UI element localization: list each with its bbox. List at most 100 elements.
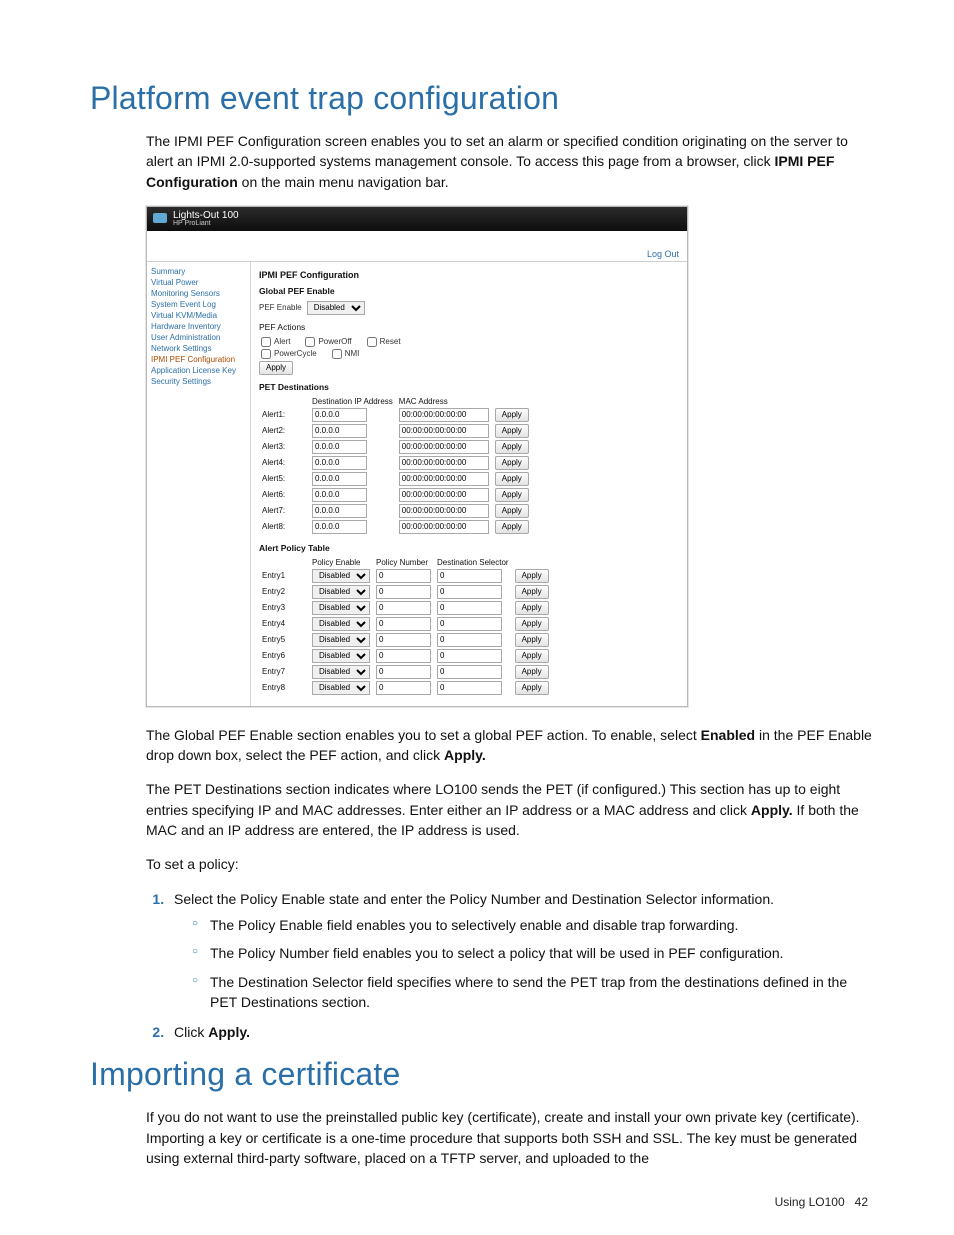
pet-ip-input[interactable]: [312, 472, 367, 486]
pef-action-alert[interactable]: Alert: [261, 337, 290, 347]
hp-logo-icon: [153, 213, 167, 223]
policy-apply-button[interactable]: Apply: [515, 569, 549, 583]
pef-action-powercycle[interactable]: PowerCycle: [261, 349, 317, 359]
policy-number-input[interactable]: [376, 617, 431, 631]
step1-sub-item: The Policy Number field enables you to s…: [192, 943, 874, 963]
policy-apply-button[interactable]: Apply: [515, 585, 549, 599]
policy-selector-input[interactable]: [437, 601, 502, 615]
policy-selector-input[interactable]: [437, 649, 502, 663]
policy-enable-select[interactable]: Disabled: [312, 585, 370, 599]
pet-mac-input[interactable]: [399, 520, 489, 534]
pef-action-powercycle-checkbox[interactable]: [261, 349, 271, 359]
sidebar-item-network-settings[interactable]: Network Settings: [151, 343, 246, 354]
pet-apply-button[interactable]: Apply: [495, 472, 529, 486]
policy-apply-button[interactable]: Apply: [515, 665, 549, 679]
policy-apply-button[interactable]: Apply: [515, 601, 549, 615]
policy-enable-select[interactable]: Disabled: [312, 633, 370, 647]
pet-mac-input[interactable]: [399, 488, 489, 502]
pet-mac-input[interactable]: [399, 456, 489, 470]
policy-apply-button[interactable]: Apply: [515, 649, 549, 663]
pef-action-reset-checkbox[interactable]: [367, 337, 377, 347]
policy-number-input[interactable]: [376, 633, 431, 647]
policy-selector-input[interactable]: [437, 569, 502, 583]
pet-apply-button[interactable]: Apply: [495, 488, 529, 502]
pet-ip-input[interactable]: [312, 504, 367, 518]
policy-row: Entry2DisabledApply: [259, 584, 552, 600]
pet-ip-input[interactable]: [312, 456, 367, 470]
policy-apply-button[interactable]: Apply: [515, 617, 549, 631]
policy-number-input[interactable]: [376, 569, 431, 583]
policy-selector-input[interactable]: [437, 617, 502, 631]
pet-mac-input[interactable]: [399, 472, 489, 486]
pef-action-alert-checkbox[interactable]: [261, 337, 271, 347]
policy-number-input[interactable]: [376, 585, 431, 599]
policy-enable-select[interactable]: Disabled: [312, 601, 370, 615]
sidebar-item-security-settings[interactable]: Security Settings: [151, 376, 246, 387]
policy-number-input[interactable]: [376, 665, 431, 679]
policy-number-input[interactable]: [376, 681, 431, 695]
policy-enable-select[interactable]: Disabled: [312, 665, 370, 679]
sidebar-item-system-event-log[interactable]: System Event Log: [151, 299, 246, 310]
policy-row-label: Entry3: [259, 600, 309, 616]
sidebar-item-application-license-key[interactable]: Application License Key: [151, 365, 246, 376]
pet-row: Alert8:Apply: [259, 519, 532, 535]
policy-enable-select[interactable]: Disabled: [312, 617, 370, 631]
policy-selector-input[interactable]: [437, 633, 502, 647]
pet-mac-input[interactable]: [399, 440, 489, 454]
sidebar-item-virtual-power[interactable]: Virtual Power: [151, 277, 246, 288]
policy-header-enable: Policy Enable: [309, 557, 373, 568]
pet-ip-input[interactable]: [312, 488, 367, 502]
sidebar-item-user-administration[interactable]: User Administration: [151, 332, 246, 343]
policy-row: Entry4Disabled Apply: [259, 616, 552, 632]
pef-action-poweroff[interactable]: PowerOff: [305, 337, 351, 347]
sidebar-item-virtual-kvm-media[interactable]: Virtual KVM/Media: [151, 310, 246, 321]
section-heading-pet: Platform event trap configuration: [90, 80, 874, 117]
pet-ip-input[interactable]: [312, 520, 367, 534]
pet-mac-input[interactable]: [399, 504, 489, 518]
policy-enable-select[interactable]: Disabled: [312, 649, 370, 663]
policy-enable-select[interactable]: Disabled: [312, 569, 370, 583]
global-apply-button[interactable]: Apply: [259, 361, 293, 375]
pef-action-nmi-checkbox[interactable]: [332, 349, 342, 359]
ipmi-pef-app: Lights-Out 100 HP ProLiant Log Out Summa…: [146, 206, 688, 707]
pet-apply-button[interactable]: Apply: [495, 456, 529, 470]
policy-row: Entry1Disabled Apply: [259, 568, 552, 584]
global-pef-label: Global PEF Enable: [259, 286, 679, 296]
sidebar-item-ipmi-pef-configuration[interactable]: IPMI PEF Configuration: [151, 354, 246, 365]
section-heading-cert: Importing a certificate: [90, 1056, 874, 1093]
pet-mac-input[interactable]: [399, 424, 489, 438]
pet-apply-button[interactable]: Apply: [495, 408, 529, 422]
pet-apply-button[interactable]: Apply: [495, 424, 529, 438]
app-header: Lights-Out 100 HP ProLiant: [147, 207, 687, 231]
pet-ip-input[interactable]: [312, 440, 367, 454]
policy-apply-button[interactable]: Apply: [515, 633, 549, 647]
log-out-link[interactable]: Log Out: [647, 249, 679, 259]
policy-selector-input[interactable]: [437, 665, 502, 679]
pef-action-reset[interactable]: Reset: [367, 337, 401, 347]
policy-row-label: Entry1: [259, 568, 309, 584]
policy-row-label: Entry4: [259, 616, 309, 632]
policy-selector-input[interactable]: [437, 681, 502, 695]
pef-action-poweroff-checkbox[interactable]: [305, 337, 315, 347]
pet-ip-input[interactable]: [312, 408, 367, 422]
policy-apply-button[interactable]: Apply: [515, 681, 549, 695]
pet-apply-button[interactable]: Apply: [495, 504, 529, 518]
pet-apply-button[interactable]: Apply: [495, 520, 529, 534]
policy-enable-select[interactable]: Disabled: [312, 681, 370, 695]
sidebar-item-monitoring-sensors[interactable]: Monitoring Sensors: [151, 288, 246, 299]
pef-action-nmi[interactable]: NMI: [332, 349, 360, 359]
pet-mac-input[interactable]: [399, 408, 489, 422]
pet-apply-button[interactable]: Apply: [495, 440, 529, 454]
sidebar-item-summary[interactable]: Summary: [151, 266, 246, 277]
policy-row: Entry6DisabledApply: [259, 648, 552, 664]
policy-selector-input[interactable]: [437, 585, 502, 599]
step1-sub-item: The Destination Selector field specifies…: [192, 972, 874, 1013]
sidebar-item-hardware-inventory[interactable]: Hardware Inventory: [151, 321, 246, 332]
policy-number-input[interactable]: [376, 601, 431, 615]
pet-destinations-table: Destination IP Address MAC Address Alert…: [259, 396, 532, 535]
pet-row-label: Alert4:: [259, 455, 309, 471]
policy-header-selector: Destination Selector: [434, 557, 512, 568]
policy-number-input[interactable]: [376, 649, 431, 663]
pef-enable-select[interactable]: Disabled: [307, 301, 365, 315]
pet-ip-input[interactable]: [312, 424, 367, 438]
